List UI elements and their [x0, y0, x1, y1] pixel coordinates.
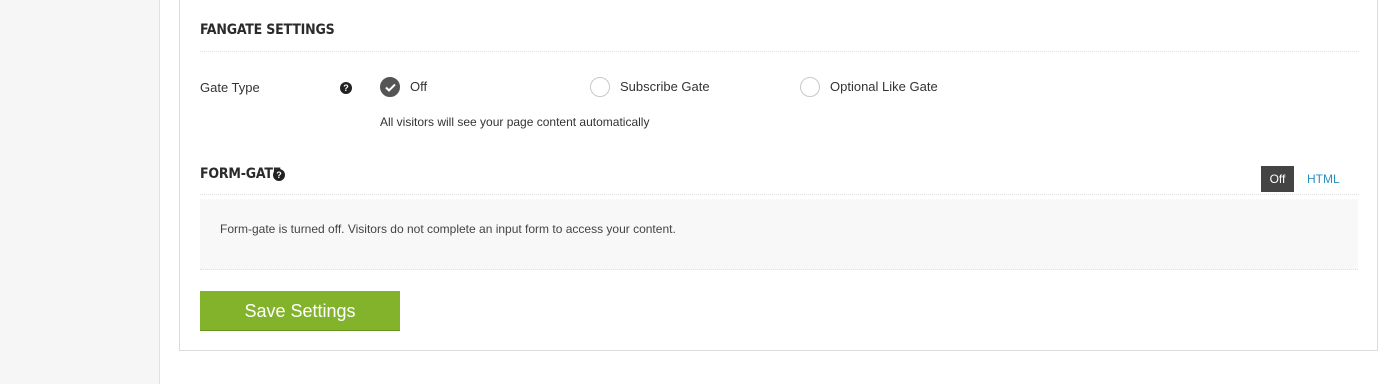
gate-type-subscribe-label[interactable]: Subscribe Gate: [620, 79, 710, 94]
form-gate-off-toggle[interactable]: Off: [1261, 166, 1294, 192]
left-sidebar: [0, 0, 160, 384]
gate-type-optional-like-label[interactable]: Optional Like Gate: [830, 79, 938, 94]
gate-type-hint: All visitors will see your page content …: [380, 115, 650, 129]
section-divider: [200, 194, 1359, 195]
gate-type-off-label[interactable]: Off: [410, 79, 427, 94]
gate-type-optional-like-radio[interactable]: [800, 77, 820, 97]
save-settings-button[interactable]: Save Settings: [200, 291, 400, 331]
help-icon[interactable]: ?: [340, 82, 352, 94]
form-gate-info-text: Form-gate is turned off. Visitors do not…: [220, 222, 676, 236]
section-divider: [200, 51, 1359, 52]
gate-type-subscribe-radio[interactable]: [590, 77, 610, 97]
form-gate-html-toggle[interactable]: HTML: [1307, 166, 1340, 192]
fangate-settings-title: FANGATE SETTINGS: [200, 22, 335, 38]
check-icon: [385, 83, 396, 92]
gate-type-label: Gate Type: [200, 80, 260, 95]
help-icon[interactable]: ?: [273, 169, 285, 181]
gate-type-off-radio[interactable]: [380, 77, 400, 97]
form-gate-title: FORM-GATE: [200, 166, 282, 182]
